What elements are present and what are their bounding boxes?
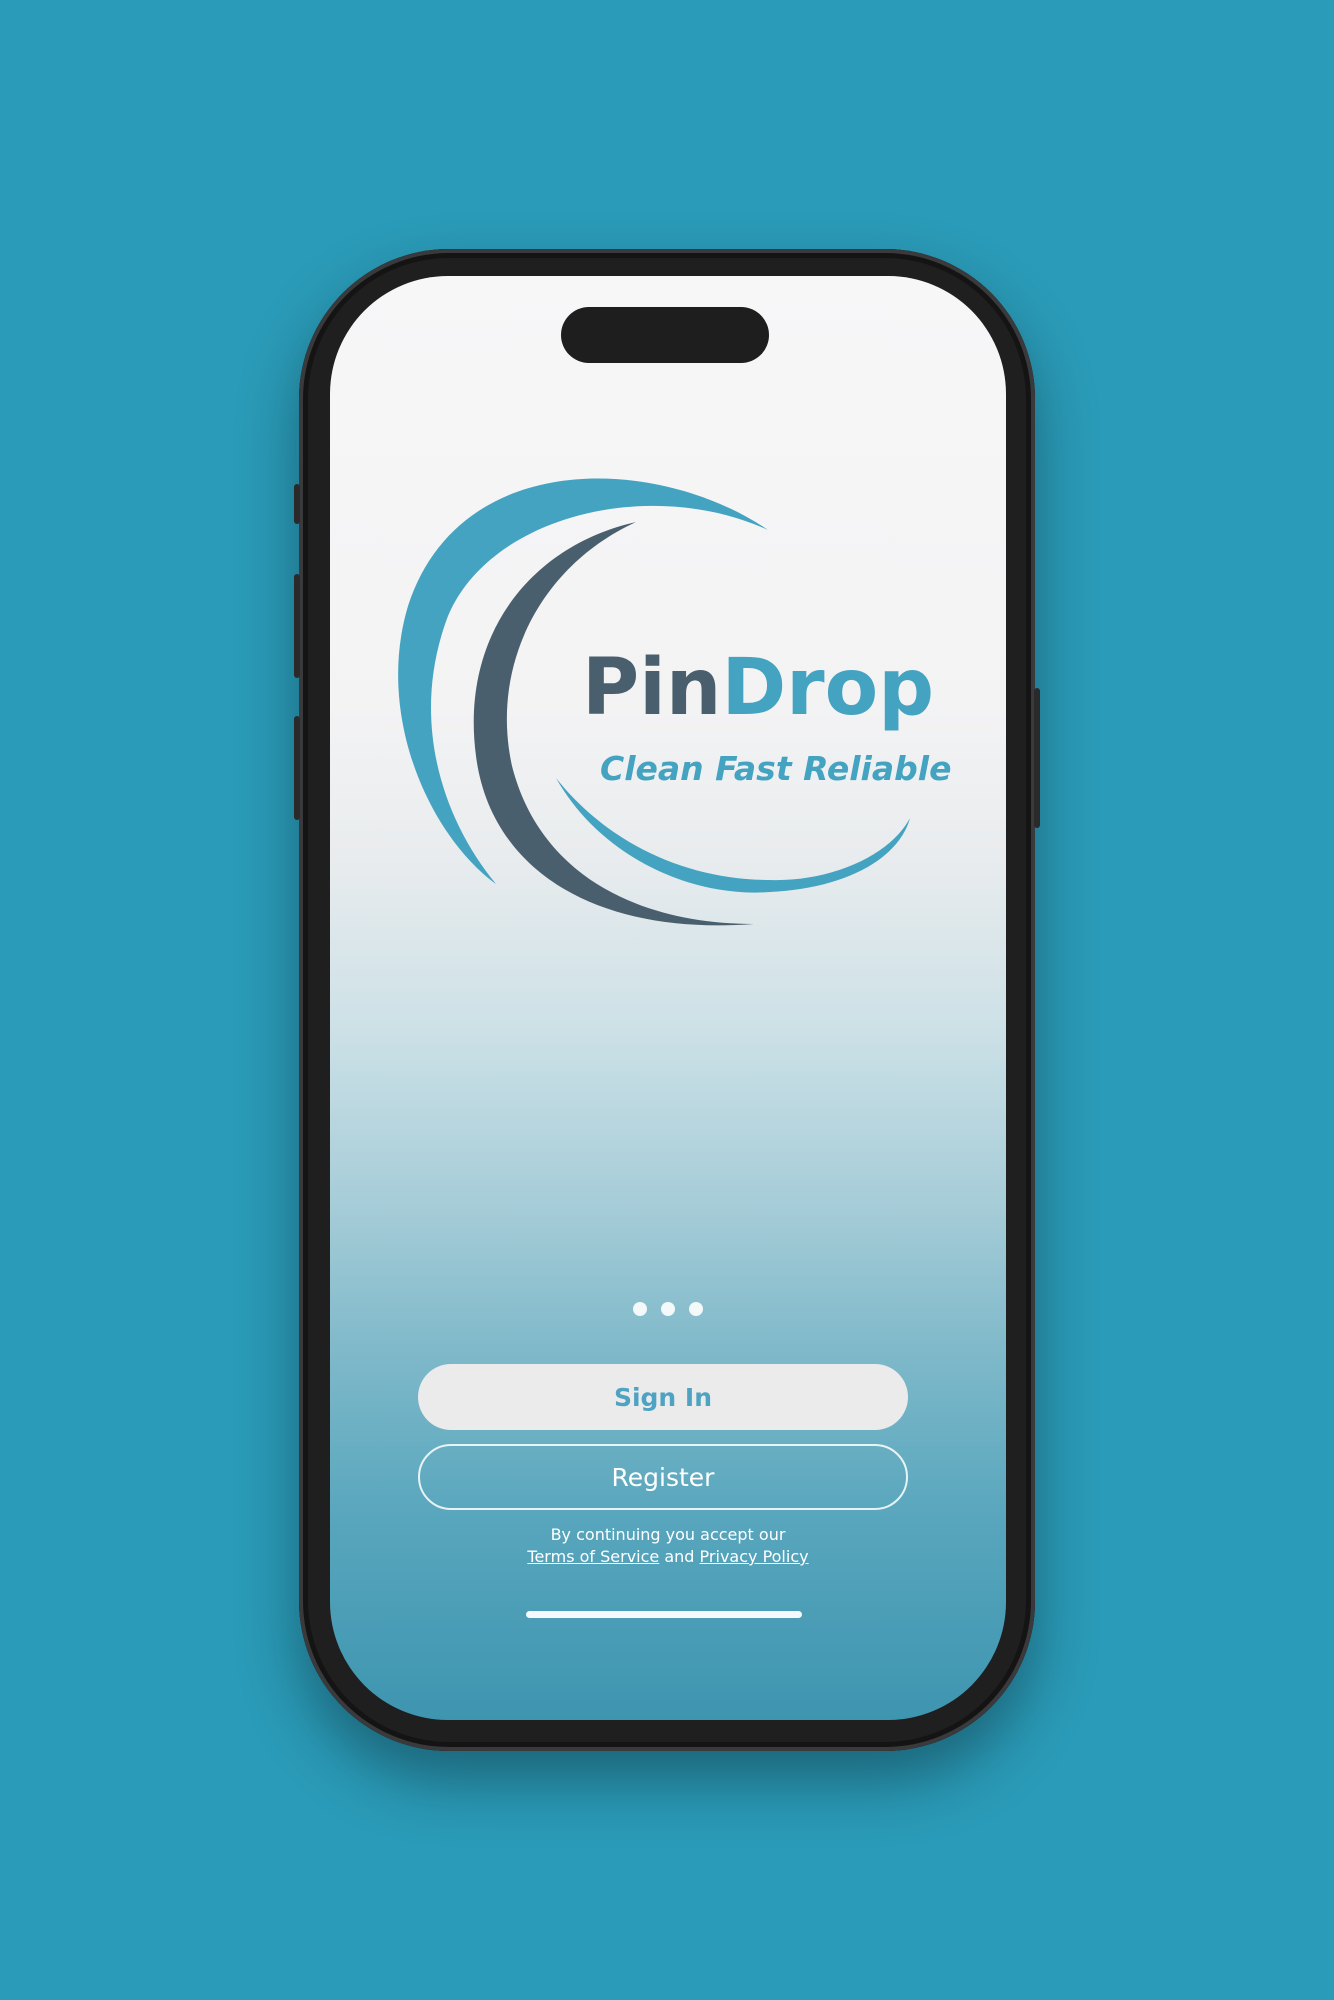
action-button [294,484,300,524]
legal-notice: By continuing you accept our Terms of Se… [330,1524,1006,1568]
logo-lower-swoosh [556,778,910,893]
page-indicator [330,1302,1006,1316]
sign-in-button[interactable]: Sign In [418,1364,908,1430]
brand-tagline: Clean Fast Reliable [600,749,951,788]
app-screen: PinDrop Clean Fast Reliable Sign In Regi… [330,276,1006,1720]
home-indicator[interactable] [526,1611,802,1618]
legal-and: and [664,1547,695,1566]
page-dot[interactable] [661,1302,675,1316]
power-button [1034,688,1040,828]
brand-name: PinDrop [582,643,934,733]
pindrop-logo: PinDrop Clean Fast Reliable [398,478,951,926]
terms-link[interactable]: Terms of Service [527,1547,659,1566]
privacy-link[interactable]: Privacy Policy [700,1547,809,1566]
volume-down-button [294,716,300,820]
page-dot[interactable] [633,1302,647,1316]
volume-up-button [294,574,300,678]
page-dot[interactable] [689,1302,703,1316]
legal-prefix: By continuing you accept our [550,1525,786,1544]
register-button[interactable]: Register [418,1444,908,1510]
